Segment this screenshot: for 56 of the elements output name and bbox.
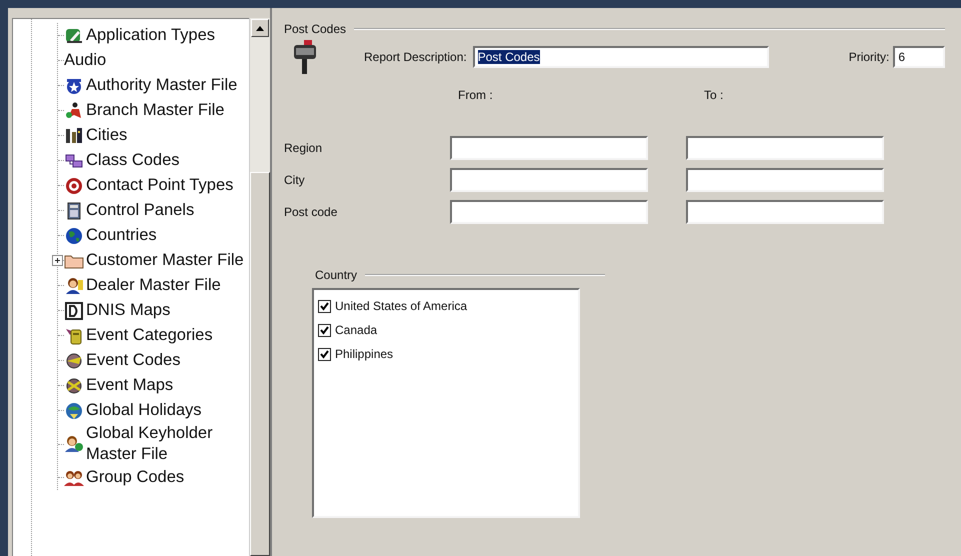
globe-icon: [64, 400, 84, 420]
tree-item[interactable]: Authority Master File: [86, 75, 246, 96]
globe-icon: [64, 226, 84, 246]
to-field[interactable]: [686, 200, 884, 224]
field-label: Report Description:: [364, 50, 467, 64]
checkbox-label[interactable]: Canada: [335, 323, 378, 337]
tree-item[interactable]: Group Codes: [86, 467, 246, 488]
tree-item[interactable]: DNIS Maps: [86, 300, 246, 321]
column-header: To :: [704, 88, 724, 104]
mailbox-icon: [292, 40, 318, 74]
tree-item[interactable]: Class Codes: [86, 150, 246, 171]
from-field[interactable]: [450, 200, 648, 224]
priority-field[interactable]: 6: [893, 46, 946, 68]
tree-item[interactable]: Branch Master File: [86, 100, 246, 121]
tree-item[interactable]: Contact Point Types: [86, 175, 246, 196]
emblem-icon: [64, 376, 84, 396]
tree-item[interactable]: Control Panels: [86, 200, 246, 221]
checkbox[interactable]: [318, 300, 331, 312]
tree-item[interactable]: Countries: [86, 225, 246, 246]
tree-item[interactable]: Application Types: [86, 25, 246, 46]
checkbox[interactable]: [318, 324, 331, 336]
tree-item[interactable]: Global Keyholder Master File: [86, 423, 246, 465]
group-title: Country: [315, 268, 358, 282]
scroll-up-button[interactable]: [251, 19, 269, 37]
tree-item[interactable]: Customer Master File: [86, 250, 246, 271]
column-header: From :: [458, 88, 494, 104]
person-icon: [64, 276, 84, 296]
checkbox[interactable]: [318, 348, 331, 360]
figure-icon: [64, 100, 84, 120]
tree-item[interactable]: Global Holidays: [86, 400, 246, 421]
group-title: Post Codes: [284, 22, 346, 36]
checkbox-label[interactable]: United States of America: [335, 299, 468, 313]
description-field[interactable]: Post Codes: [472, 46, 769, 68]
field-label: City: [284, 173, 306, 187]
building-icon: [64, 126, 84, 146]
target-icon: [64, 176, 84, 196]
person-icon: [64, 434, 84, 454]
emblem-icon: [64, 350, 84, 370]
field-label: Post code: [284, 205, 338, 219]
from-field[interactable]: [450, 136, 648, 160]
tree-item[interactable]: Cities: [86, 125, 246, 146]
from-field[interactable]: [450, 168, 648, 192]
tree-item[interactable]: Event Categories: [86, 325, 246, 346]
tree-item[interactable]: Event Codes: [86, 350, 246, 371]
expand-toggle[interactable]: [52, 255, 63, 266]
field-label: Priority:: [848, 50, 890, 64]
checkbox-label[interactable]: Philippines: [335, 347, 394, 361]
tree-item[interactable]: Audio: [64, 50, 224, 71]
field-label: Region: [284, 141, 324, 155]
frame-icon: [64, 300, 84, 320]
arrow-up-icon: [256, 26, 264, 30]
scrollbar-thumb[interactable]: [250, 172, 270, 556]
tree-item[interactable]: Event Maps: [86, 375, 246, 396]
tree-item[interactable]: Dealer Master File: [86, 275, 246, 296]
to-field[interactable]: [686, 168, 884, 192]
to-field[interactable]: [686, 136, 884, 160]
